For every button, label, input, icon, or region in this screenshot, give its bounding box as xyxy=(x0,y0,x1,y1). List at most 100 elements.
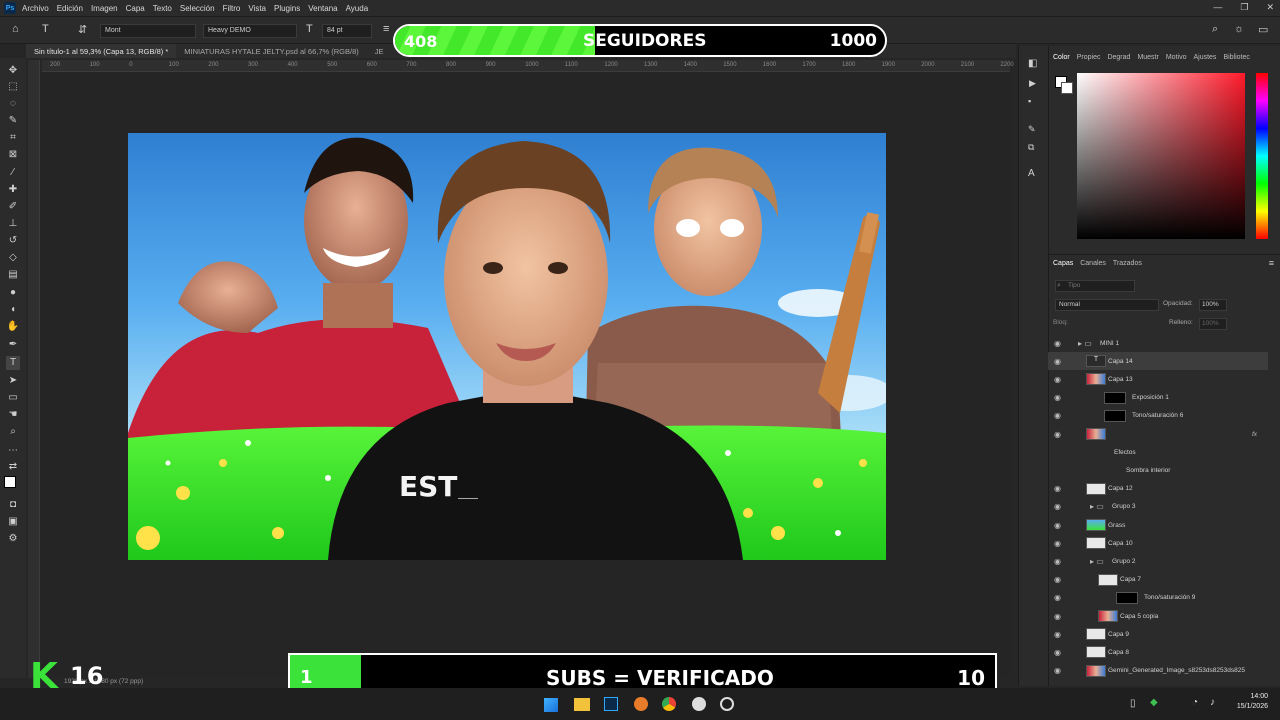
visibility-eye-icon[interactable]: ◉ xyxy=(1054,484,1061,493)
eyedropper-tool-icon[interactable]: ⁄ xyxy=(6,166,20,180)
healing-tool-icon[interactable]: ✚ xyxy=(6,183,20,197)
marquee-tool-icon[interactable]: ⬚ xyxy=(6,80,20,94)
panel-menu-icon[interactable]: ≡ xyxy=(1269,258,1274,268)
battery-icon[interactable]: ▯ xyxy=(1130,698,1136,709)
layer-row[interactable]: ◉ Capa 8 xyxy=(1048,643,1268,661)
file-explorer-icon[interactable] xyxy=(574,698,590,711)
document-canvas[interactable]: EST xyxy=(128,133,886,560)
menu-archivo[interactable]: Archivo xyxy=(22,4,49,13)
hue-slider[interactable] xyxy=(1256,73,1268,239)
color-swap-icon[interactable]: ⇄ xyxy=(6,460,20,474)
opacity-input[interactable]: 100% xyxy=(1199,299,1227,311)
obs-icon[interactable] xyxy=(720,697,734,711)
blend-mode-select[interactable]: Normal xyxy=(1055,299,1159,311)
visibility-eye-icon[interactable]: ◉ xyxy=(1054,502,1061,511)
visibility-eye-icon[interactable]: ◉ xyxy=(1054,357,1061,366)
font-size-select[interactable]: 84 pt xyxy=(322,24,372,38)
tab-canales[interactable]: Canales xyxy=(1080,260,1106,267)
visibility-eye-icon[interactable]: ◉ xyxy=(1054,666,1061,675)
close-icon[interactable]: ✕ xyxy=(1266,2,1274,13)
maximize-icon[interactable]: ❐ xyxy=(1240,2,1248,13)
menu-seleccion[interactable]: Selección xyxy=(180,4,215,13)
quick-select-tool-icon[interactable]: ✎ xyxy=(6,114,20,128)
canvas-typed-text[interactable]: EST xyxy=(399,470,457,503)
visibility-eye-icon[interactable]: ◉ xyxy=(1054,521,1061,530)
menu-vista[interactable]: Vista xyxy=(248,4,266,13)
tab-sin-titulo[interactable]: Sin título-1 al 59,3% (Capa 13, RGB/8) * xyxy=(26,44,177,58)
blender-icon[interactable] xyxy=(634,697,648,711)
layer-row[interactable]: Sombra interior xyxy=(1048,461,1268,479)
panel-background-swatch[interactable] xyxy=(1061,82,1073,94)
menu-filtro[interactable]: Filtro xyxy=(223,4,241,13)
volume-icon[interactable]: ♪ xyxy=(1210,697,1215,708)
visibility-eye-icon[interactable]: ◉ xyxy=(1054,339,1061,348)
rectangle-tool-icon[interactable]: ▭ xyxy=(6,391,20,405)
tab-miniaturas[interactable]: MINIATURAS HYTALE JELTY.psd al 66,7% (RG… xyxy=(176,44,367,58)
chrome-icon[interactable] xyxy=(662,697,676,711)
character-icon[interactable]: A xyxy=(1028,168,1035,179)
menu-plugins[interactable]: Plugins xyxy=(274,4,300,13)
screen-mode-icon[interactable]: ▣ xyxy=(6,515,20,529)
layer-row[interactable]: ◉ fx xyxy=(1048,425,1268,443)
clock-date[interactable]: 15/1/2026 xyxy=(1222,703,1268,710)
gradient-tool-icon[interactable]: ▤ xyxy=(6,268,20,282)
fill-input[interactable]: 100% xyxy=(1199,318,1227,330)
photoshop-taskbar-icon[interactable] xyxy=(604,697,618,711)
layer-row[interactable]: ◉ Capa 5 copia xyxy=(1048,607,1268,625)
tab-propiedades[interactable]: Propiec xyxy=(1077,54,1101,61)
tab-muestras[interactable]: Muestr xyxy=(1137,54,1158,61)
crop-tool-icon[interactable]: ⌗ xyxy=(6,131,20,145)
font-style-select[interactable]: Heavy DEMO xyxy=(203,24,297,38)
text-tool-icon[interactable]: T xyxy=(42,23,49,35)
layer-row[interactable]: ◉ Grass xyxy=(1048,516,1268,534)
layer-fx-label[interactable]: fx xyxy=(1252,431,1257,438)
visibility-eye-icon[interactable]: ◉ xyxy=(1054,612,1061,621)
tab-degradados[interactable]: Degrad xyxy=(1107,54,1130,61)
font-family-select[interactable]: Mont xyxy=(100,24,196,38)
layer-row[interactable]: ◉ ▸ ▭ MINI 1 xyxy=(1048,334,1268,352)
frame-tool-icon[interactable]: ⊠ xyxy=(6,148,20,162)
history-icon[interactable]: ◧ xyxy=(1028,58,1037,69)
visibility-eye-icon[interactable]: ◉ xyxy=(1054,411,1061,420)
tab-bibliotecas[interactable]: Bibliotec xyxy=(1223,54,1249,61)
tab-color[interactable]: Color xyxy=(1053,54,1070,61)
blur-tool-icon[interactable]: ● xyxy=(6,286,20,300)
menu-capa[interactable]: Capa xyxy=(126,4,145,13)
visibility-eye-icon[interactable]: ◉ xyxy=(1054,575,1061,584)
layer-row[interactable]: ◉ Tono/saturación 9 xyxy=(1048,589,1268,607)
layer-search-input[interactable]: Tipo xyxy=(1055,280,1135,292)
menu-edicion[interactable]: Edición xyxy=(57,4,83,13)
security-icon[interactable]: ◆ xyxy=(1150,697,1158,708)
menu-ayuda[interactable]: Ayuda xyxy=(346,4,369,13)
tab-trazados[interactable]: Trazados xyxy=(1113,260,1142,267)
color-picker-field[interactable] xyxy=(1077,73,1245,239)
lasso-tool-icon[interactable]: ◌ xyxy=(6,97,20,111)
foreground-color-swatch[interactable] xyxy=(4,476,16,488)
move-tool-icon[interactable]: ✥ xyxy=(6,64,20,78)
layer-row[interactable]: Efectos xyxy=(1048,443,1268,461)
zoom-tool-icon[interactable]: ⌕ xyxy=(6,425,20,439)
layer-row[interactable]: ◉ ▸ ▭ Grupo 2 xyxy=(1048,552,1268,570)
visibility-eye-icon[interactable]: ◉ xyxy=(1054,648,1061,657)
tab-ajustes[interactable]: Ajustes xyxy=(1193,54,1216,61)
visibility-eye-icon[interactable]: ◉ xyxy=(1054,430,1061,439)
hand-tool-icon[interactable]: ☚ xyxy=(6,408,20,422)
search-icon[interactable]: ⌕ xyxy=(1212,23,1218,36)
tab-capas[interactable]: Capas xyxy=(1053,260,1073,267)
quick-mask-icon[interactable]: ◘ xyxy=(6,498,20,512)
text-orientation-icon[interactable]: ⇵ xyxy=(78,23,87,36)
layer-row[interactable]: ◉ T Capa 14 xyxy=(1048,352,1268,371)
eraser-tool-icon[interactable]: ◇ xyxy=(6,251,20,265)
comments-icon[interactable]: ▪ xyxy=(1028,96,1031,106)
pen-tool-icon[interactable]: ✒ xyxy=(6,338,20,352)
tab-je[interactable]: JE xyxy=(367,44,392,58)
visibility-eye-icon[interactable]: ◉ xyxy=(1054,557,1061,566)
type-tool-icon[interactable]: T xyxy=(6,356,20,370)
menu-texto[interactable]: Texto xyxy=(153,4,172,13)
windows-start-icon[interactable] xyxy=(544,698,558,712)
layer-row[interactable]: ◉ Capa 7 xyxy=(1048,571,1268,589)
home-icon[interactable]: ⌂ xyxy=(12,23,19,35)
adjustments-icon[interactable]: ⧉ xyxy=(1028,142,1034,153)
brush-tool-icon[interactable]: ✐ xyxy=(6,200,20,214)
visibility-eye-icon[interactable]: ◉ xyxy=(1054,539,1061,548)
